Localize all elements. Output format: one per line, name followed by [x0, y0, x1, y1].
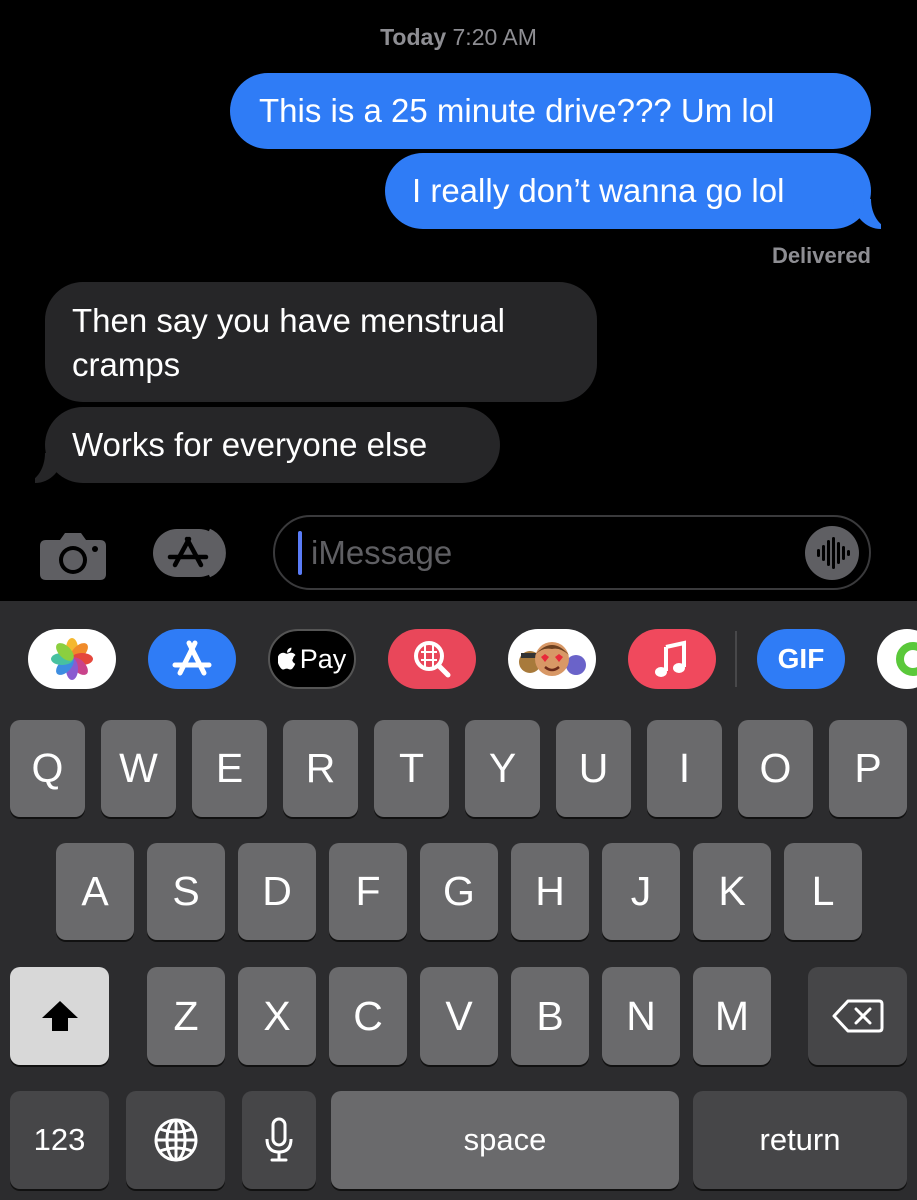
key-a[interactable]: A: [56, 843, 134, 940]
key-p[interactable]: P: [829, 720, 907, 817]
app-store-app-icon[interactable]: [148, 629, 236, 689]
key-o[interactable]: O: [738, 720, 813, 817]
key-i[interactable]: I: [647, 720, 722, 817]
key-l[interactable]: L: [784, 843, 862, 940]
keyboard: Pay GIF Q W E R T Y U I O P A S D F G H …: [0, 601, 917, 1200]
message-bubble-received[interactable]: Then say you have menstrual cramps: [45, 282, 597, 402]
dictation-key[interactable]: [242, 1091, 316, 1189]
numbers-key[interactable]: 123: [10, 1091, 109, 1189]
key-j[interactable]: J: [602, 843, 680, 940]
shift-arrow-icon: [41, 1001, 78, 1031]
key-k[interactable]: K: [693, 843, 771, 940]
message-bubble-received[interactable]: Works for everyone else: [21, 407, 500, 483]
message-input-placeholder: iMessage: [311, 534, 453, 571]
bubble-tail: [853, 195, 895, 229]
message-text: I really don’t wanna go lol: [412, 172, 785, 209]
apple-logo-icon: [277, 647, 296, 670]
message-text: Works for everyone else: [72, 426, 428, 463]
key-n[interactable]: N: [602, 967, 680, 1065]
gif-label: GIF: [777, 643, 825, 674]
microphone-icon: [265, 1117, 293, 1162]
key-c[interactable]: C: [329, 967, 407, 1065]
camera-icon[interactable]: [40, 530, 106, 580]
globe-icon: [154, 1118, 197, 1162]
apple-pay-label: Pay: [299, 643, 347, 674]
key-f[interactable]: F: [329, 843, 407, 940]
memoji-icon[interactable]: [508, 629, 596, 689]
message-bubble-sent[interactable]: I really don’t wanna go lol: [385, 153, 895, 229]
delete-key[interactable]: [808, 967, 907, 1065]
key-m[interactable]: M: [693, 967, 771, 1065]
bubble-tail: [21, 449, 63, 483]
photos-app-icon[interactable]: [28, 629, 116, 689]
key-d[interactable]: D: [238, 843, 316, 940]
space-key[interactable]: space: [331, 1091, 679, 1189]
key-w[interactable]: W: [101, 720, 176, 817]
key-u[interactable]: U: [556, 720, 631, 817]
gif-icon[interactable]: GIF: [757, 629, 845, 689]
key-e[interactable]: E: [192, 720, 267, 817]
activity-icon[interactable]: [877, 629, 917, 689]
key-v[interactable]: V: [420, 967, 498, 1065]
message-text: Then say you have menstrual cramps: [72, 302, 505, 383]
key-z[interactable]: Z: [147, 967, 225, 1065]
key-y[interactable]: Y: [465, 720, 540, 817]
key-h[interactable]: H: [511, 843, 589, 940]
key-r[interactable]: R: [283, 720, 358, 817]
key-q[interactable]: Q: [10, 720, 85, 817]
apple-pay-icon[interactable]: Pay: [268, 629, 356, 689]
shift-key[interactable]: [10, 967, 109, 1065]
timestamp-day: Today: [380, 24, 447, 50]
message-bubble-sent[interactable]: This is a 25 minute drive??? Um lol: [230, 73, 871, 149]
music-icon[interactable]: [628, 629, 716, 689]
audio-waveform-icon[interactable]: [805, 526, 859, 580]
app-store-icon[interactable]: [153, 527, 235, 579]
tray-divider: [735, 631, 737, 687]
conversation-timestamp: Today 7:20 AM: [0, 24, 917, 51]
message-text: This is a 25 minute drive??? Um lol: [259, 92, 775, 129]
key-x[interactable]: X: [238, 967, 316, 1065]
backspace-icon: [832, 999, 883, 1033]
delivery-status: Delivered: [771, 243, 871, 268]
timestamp-time: 7:20 AM: [452, 24, 537, 50]
globe-key[interactable]: [126, 1091, 225, 1189]
text-cursor: [298, 531, 302, 575]
key-g[interactable]: G: [420, 843, 498, 940]
message-input[interactable]: iMessage: [273, 515, 871, 590]
key-b[interactable]: B: [511, 967, 589, 1065]
key-t[interactable]: T: [374, 720, 449, 817]
image-search-icon[interactable]: [388, 629, 476, 689]
key-s[interactable]: S: [147, 843, 225, 940]
return-key[interactable]: return: [693, 1091, 907, 1189]
